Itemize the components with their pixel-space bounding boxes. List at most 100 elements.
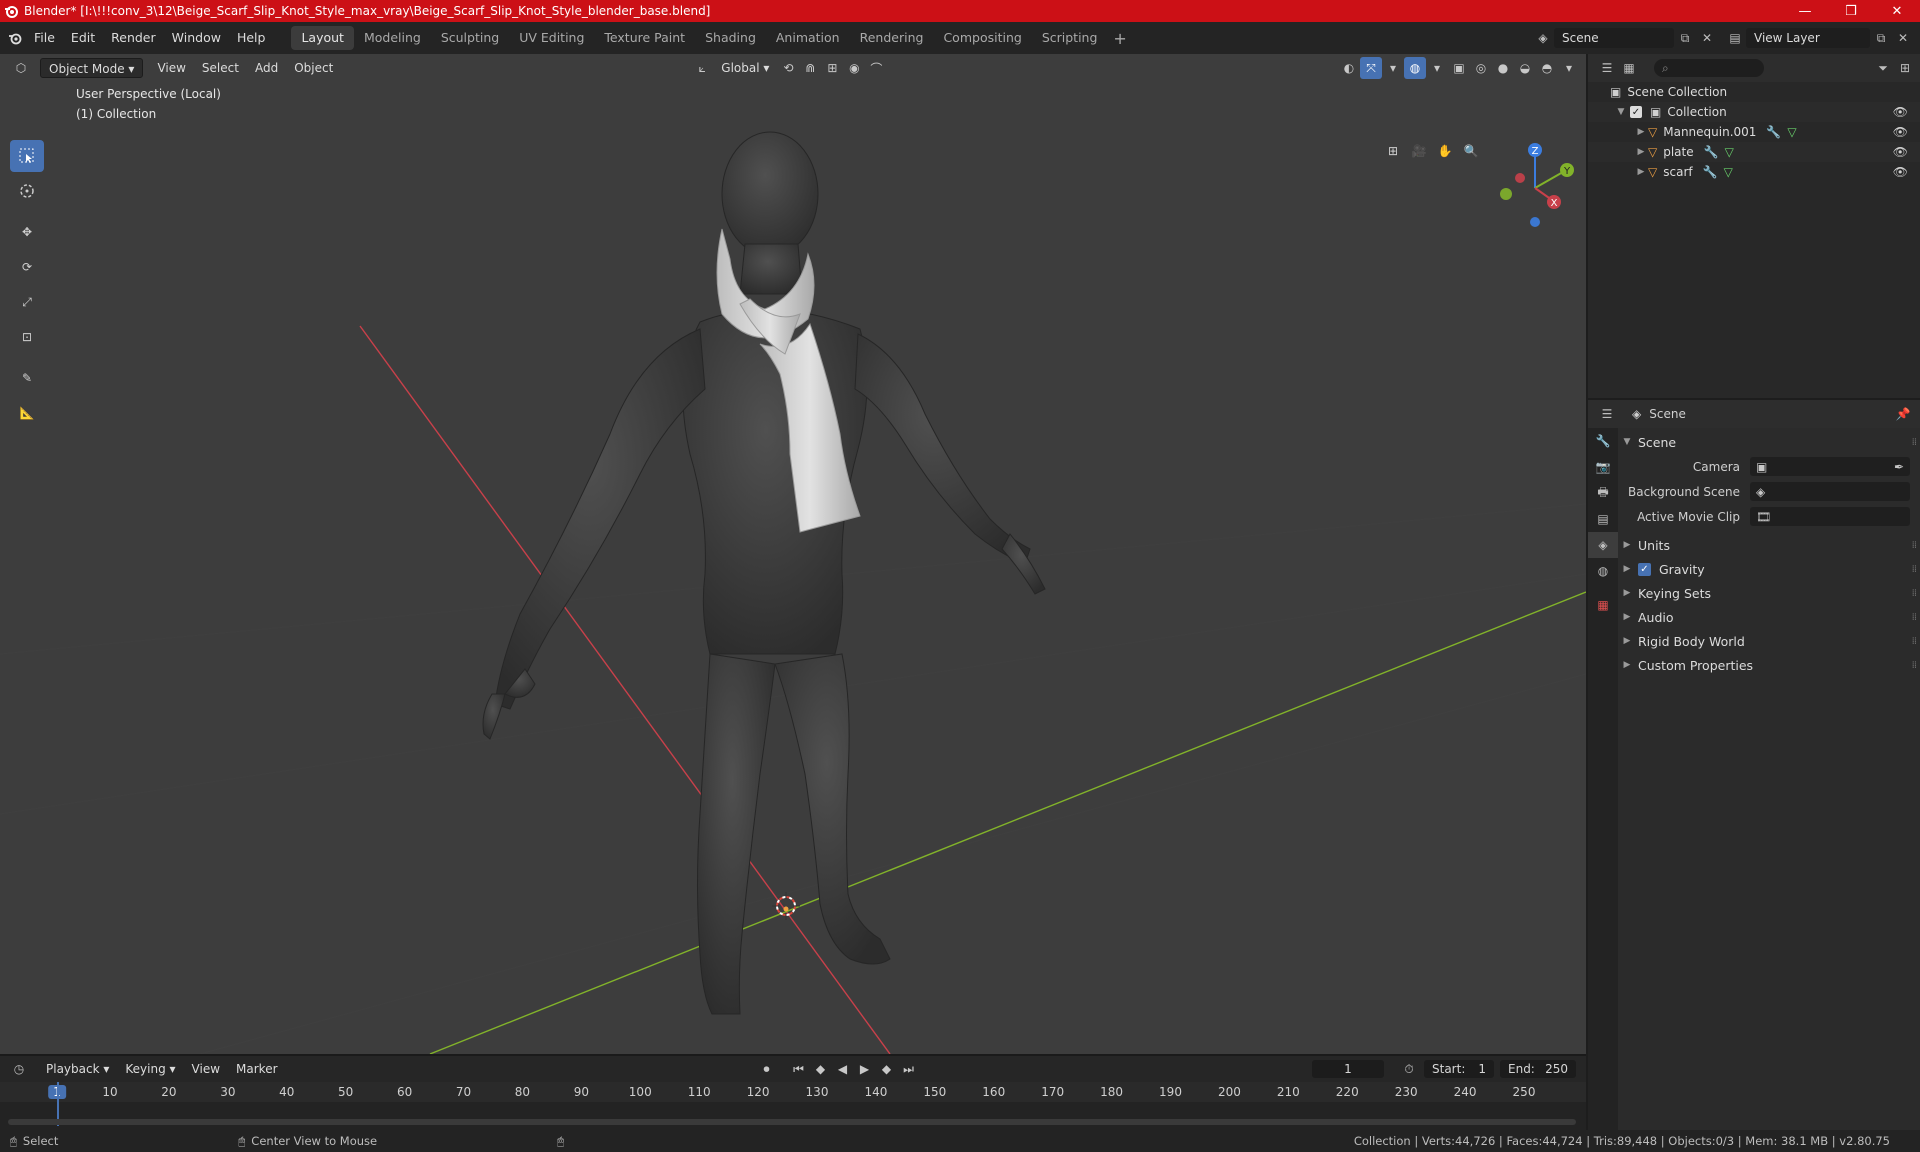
menu-file[interactable]: File [26, 26, 63, 50]
expand-scarf-icon[interactable]: ▶ [1634, 167, 1648, 177]
current-frame-field[interactable]: 1 [1312, 1060, 1384, 1078]
drag-handle-icon[interactable]: ⁞⁞ [1912, 588, 1917, 599]
panel-rigid-body-world[interactable]: ▶ Rigid Body World ⁞⁞ [1620, 629, 1918, 653]
viewport-menu-select[interactable]: Select [194, 58, 247, 78]
maximize-button[interactable]: ❒ [1828, 0, 1874, 22]
scale-tool[interactable]: ⤢ [10, 286, 44, 318]
viewport-menu-object[interactable]: Object [286, 58, 341, 78]
drag-handle-icon[interactable]: ⁞⁞ [1912, 564, 1917, 575]
expand-mannequin-icon[interactable]: ▶ [1634, 127, 1648, 137]
panel-gravity[interactable]: ▶ ✓ Gravity ⁞⁞ [1620, 557, 1918, 581]
expand-plate-icon[interactable]: ▶ [1634, 147, 1648, 157]
timeline-menu-view[interactable]: View [184, 1059, 228, 1079]
shading-rendered-icon[interactable]: ◓ [1536, 57, 1558, 79]
tab-compositing[interactable]: Compositing [933, 26, 1031, 50]
viewport-menu-view[interactable]: View [149, 58, 193, 78]
outliner-editor-type-icon[interactable]: ☰ [1596, 57, 1618, 79]
preview-range-icon[interactable]: ⏱ [1398, 1058, 1420, 1080]
mesh-data-icon[interactable]: ▽ [1724, 165, 1733, 179]
blender-menu-icon[interactable] [4, 27, 26, 49]
collection-checkbox[interactable]: ✓ [1630, 106, 1642, 118]
drag-handle-icon[interactable]: ⁞⁞ [1912, 437, 1917, 448]
zoom-icon[interactable]: 🔍 [1460, 140, 1482, 162]
measure-tool[interactable]: 📐 [10, 397, 44, 429]
gravity-checkbox[interactable]: ✓ [1638, 562, 1651, 576]
mannequin-eye-icon[interactable]: 👁 [1893, 125, 1908, 139]
outliner-scene-collection[interactable]: ▣ Scene Collection [1588, 82, 1920, 102]
outliner-collection[interactable]: ▼ ✓ ▣ Collection 👁 [1588, 102, 1920, 122]
3d-viewport[interactable]: ⬡ Object Mode ▾ View Select Add Object ⟀… [0, 54, 1586, 1054]
timeline-track[interactable] [0, 1082, 1586, 1130]
close-button[interactable]: ✕ [1874, 0, 1920, 22]
view-layer-browse-icon[interactable]: ▤ [1724, 27, 1746, 49]
add-workspace-button[interactable]: + [1107, 29, 1132, 48]
tab-sculpting[interactable]: Sculpting [431, 26, 509, 50]
new-collection-icon[interactable]: ⊞ [1894, 57, 1916, 79]
new-scene-icon[interactable]: ⧉ [1674, 27, 1696, 49]
scarf-eye-icon[interactable]: 👁 [1893, 165, 1908, 179]
camera-input[interactable]: ▣ ✒ [1750, 457, 1910, 476]
timeline-menu-keying[interactable]: Keying ▾ [117, 1059, 183, 1079]
menu-help[interactable]: Help [229, 26, 274, 50]
expand-collection-icon[interactable]: ▼ [1614, 107, 1628, 117]
overlay-toggle-icon[interactable]: ◍ [1404, 57, 1426, 79]
scene-name-field[interactable]: Scene [1554, 28, 1674, 48]
properties-editor-type-icon[interactable]: ☰ [1596, 403, 1618, 425]
timeline-ruler[interactable]: 1102030405060708090100110120130140150160… [0, 1082, 1586, 1102]
outliner-item-scarf[interactable]: ▶ ▽ scarf 🔧 ▽ 👁 [1588, 162, 1920, 182]
expand-icon[interactable]: ▶ [1620, 540, 1634, 550]
mesh-data-icon[interactable]: ▽ [1725, 145, 1734, 159]
rotate-tool[interactable]: ⟳ [10, 251, 44, 283]
modifier-icon[interactable]: 🔧 [1703, 165, 1718, 179]
tab-scripting[interactable]: Scripting [1032, 26, 1108, 50]
drag-handle-icon[interactable]: ⁞⁞ [1912, 612, 1917, 623]
cursor-tool[interactable] [10, 175, 44, 207]
expand-icon[interactable]: ▶ [1620, 660, 1634, 670]
move-tool[interactable]: ✥ [10, 216, 44, 248]
record-icon[interactable]: ⏺ [756, 1058, 778, 1080]
pan-icon[interactable]: ✋ [1434, 140, 1456, 162]
timeline-scrollbar[interactable] [8, 1119, 1576, 1125]
tab-modeling[interactable]: Modeling [354, 26, 431, 50]
render-tab-icon[interactable]: 📷 [1588, 454, 1618, 480]
editor-type-icon[interactable]: ⬡ [10, 57, 32, 79]
eyedropper-icon[interactable]: ✒ [1894, 460, 1904, 474]
plate-eye-icon[interactable]: 👁 [1893, 145, 1908, 159]
jump-end-icon[interactable]: ⏭ [898, 1058, 920, 1080]
menu-window[interactable]: Window [164, 26, 229, 50]
scene-browse-icon[interactable]: ◈ [1532, 27, 1554, 49]
shading-dropdown-icon[interactable]: ▾ [1558, 57, 1580, 79]
tab-texture-paint[interactable]: Texture Paint [594, 26, 695, 50]
jump-start-icon[interactable]: ⏮ [788, 1058, 810, 1080]
modifier-icon[interactable]: 🔧 [1704, 145, 1719, 159]
next-keyframe-icon[interactable]: ◆ [876, 1058, 898, 1080]
collection-eye-icon[interactable]: 👁 [1893, 105, 1908, 119]
timeline-menu-marker[interactable]: Marker [228, 1059, 285, 1079]
proportional-edit-icon[interactable]: ◉ [843, 57, 865, 79]
expand-icon[interactable]: ▶ [1620, 612, 1634, 622]
tool-tab-icon[interactable]: 🔧 [1588, 428, 1618, 454]
play-icon[interactable]: ▶ [854, 1058, 876, 1080]
display-mode-icon[interactable]: ▦ [1618, 57, 1640, 79]
transform-orientation-dropdown[interactable]: Global ▾ [713, 58, 777, 78]
timeline-editor-type-icon[interactable]: ◷ [8, 1058, 30, 1080]
shading-wireframe-icon[interactable]: ◎ [1470, 57, 1492, 79]
expand-icon[interactable]: ▶ [1620, 564, 1634, 574]
panel-units[interactable]: ▶ Units ⁞⁞ [1620, 533, 1918, 557]
menu-edit[interactable]: Edit [63, 26, 103, 50]
viewport-menu-add[interactable]: Add [247, 58, 286, 78]
prev-keyframe-icon[interactable]: ◆ [810, 1058, 832, 1080]
panel-audio[interactable]: ▶ Audio ⁞⁞ [1620, 605, 1918, 629]
falloff-icon[interactable]: ⌒ [865, 57, 887, 79]
expand-icon[interactable]: ▶ [1620, 636, 1634, 646]
navigation-gizmo[interactable]: Z Y X [1490, 140, 1580, 230]
view-layer-tab-icon[interactable]: ▤ [1588, 506, 1618, 532]
mesh-data-icon[interactable]: ▽ [1787, 125, 1796, 139]
modifier-icon[interactable]: 🔧 [1766, 125, 1781, 139]
world-tab-icon[interactable]: ◍ [1588, 558, 1618, 584]
drag-handle-icon[interactable]: ⁞⁞ [1912, 540, 1917, 551]
transform-tool[interactable]: ⊡ [10, 321, 44, 353]
gizmo-toggle-icon[interactable]: ⤧ [1360, 57, 1382, 79]
tab-rendering[interactable]: Rendering [850, 26, 934, 50]
drag-handle-icon[interactable]: ⁞⁞ [1912, 660, 1917, 671]
